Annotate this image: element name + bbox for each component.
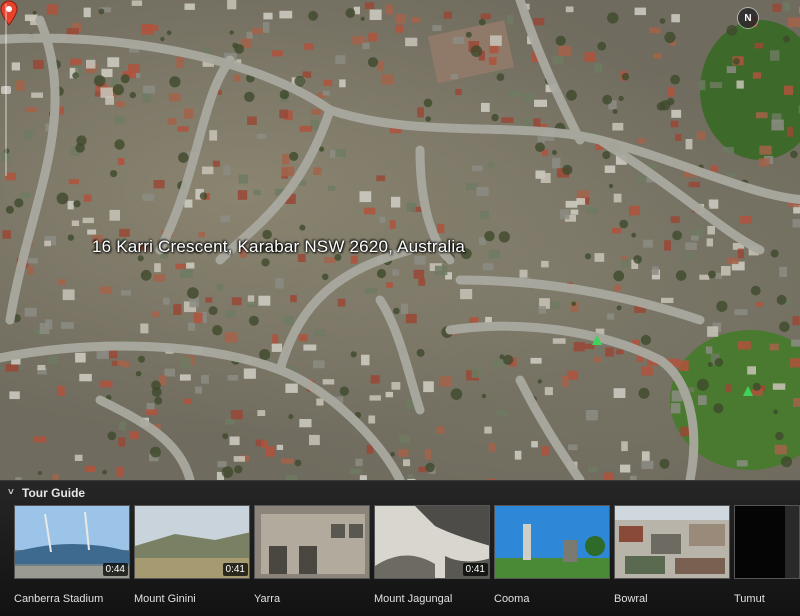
zoom-slider[interactable] xyxy=(0,0,12,180)
tour-item-label: Mount Jagungal xyxy=(374,593,504,605)
tour-item-mount-ginini[interactable]: 0:41 Mount Ginini xyxy=(134,505,250,613)
duration-badge: 0:44 xyxy=(103,563,128,576)
memorial-thumbnail xyxy=(494,505,610,579)
tour-item-tumut[interactable]: Tumut xyxy=(734,505,800,613)
tour-guide-title: Tour Guide xyxy=(22,486,85,500)
tour-thumbnail-strip: 0:44 Canberra Stadium 0:41 Mount Ginini xyxy=(14,505,800,613)
collapse-chevron-icon[interactable]: ˅ xyxy=(8,488,18,498)
tour-item-label: Mount Ginini xyxy=(134,593,264,605)
tour-item-label: Tumut xyxy=(734,593,800,605)
tour-item-yarra[interactable]: Yarra xyxy=(254,505,370,613)
tour-guide-header[interactable]: ˅ Tour Guide xyxy=(8,485,85,501)
duration-badge: 0:41 xyxy=(223,563,248,576)
tour-item-bowral[interactable]: Bowral xyxy=(614,505,730,613)
address-label[interactable]: 16 Karri Crescent, Karabar NSW 2620, Aus… xyxy=(92,237,465,257)
tour-item-label: Yarra xyxy=(254,593,384,605)
tour-item-canberra-stadium[interactable]: 0:44 Canberra Stadium xyxy=(14,505,130,613)
tour-item-cooma[interactable]: Cooma xyxy=(494,505,610,613)
tour-item-label: Canberra Stadium xyxy=(14,593,144,605)
compass-label: N xyxy=(744,13,751,24)
duration-badge: 0:41 xyxy=(463,563,488,576)
town-thumbnail xyxy=(614,505,730,579)
tour-item-label: Cooma xyxy=(494,593,624,605)
tour-item-label: Bowral xyxy=(614,593,744,605)
building-thumbnail xyxy=(254,505,370,579)
compass-icon[interactable]: N xyxy=(738,8,758,28)
tour-guide-panel: ˅ Tour Guide 0:44 Canberra Stadium xyxy=(0,480,800,616)
dark-thumbnail xyxy=(734,505,800,579)
tour-item-mount-jagungal[interactable]: 0:41 Mount Jagungal xyxy=(374,505,490,613)
satellite-map[interactable]: 16 Karri Crescent, Karabar NSW 2620, Aus… xyxy=(0,0,800,480)
